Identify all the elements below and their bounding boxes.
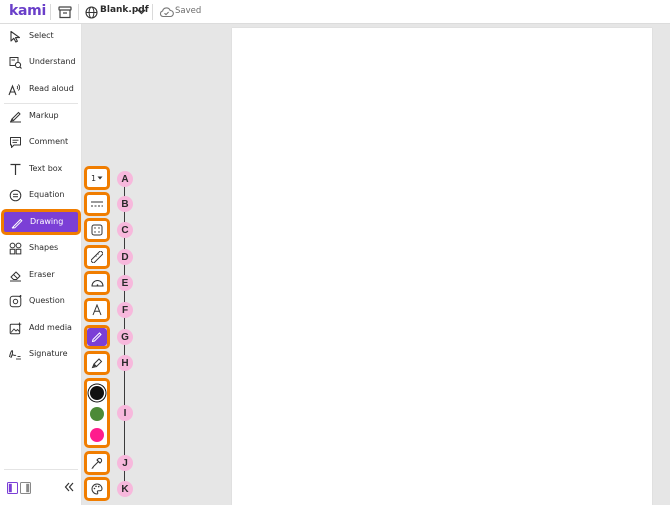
eyedropper-icon (91, 457, 103, 469)
double-chevron-left-icon (64, 482, 74, 492)
sidebar-item-label: Comment (29, 137, 69, 146)
sidebar-item-label: Add media (29, 323, 72, 332)
pen-tool-button[interactable] (84, 325, 110, 349)
sidebar-item-understand[interactable]: Understand (0, 50, 82, 76)
callout-b: B (117, 196, 133, 212)
sidebar-item-signature[interactable]: Signature (0, 342, 82, 368)
sidebar-item-label: Understand (29, 57, 76, 66)
sidebar-item-label: Question (29, 296, 65, 305)
callout-i: I (117, 405, 133, 421)
shapes-icon (8, 241, 22, 255)
sidebar-item-label: Text box (29, 164, 63, 173)
color-swatch-green[interactable] (90, 407, 104, 421)
sidebar-item-read-aloud[interactable]: Read aloud (0, 77, 82, 103)
callout-h: H (117, 355, 133, 371)
archive-icon[interactable] (57, 4, 73, 20)
color-picker-button[interactable] (84, 477, 110, 501)
callout-c: C (117, 222, 133, 238)
pdf-page[interactable] (232, 28, 652, 505)
protractor-button[interactable] (84, 271, 110, 295)
pen-icon (10, 215, 24, 229)
chevron-down-icon[interactable] (136, 4, 146, 20)
kami-logo[interactable]: kami (9, 3, 46, 19)
letter-a-icon (92, 304, 102, 316)
globe-icon[interactable] (83, 4, 99, 20)
callout-j: J (117, 455, 133, 471)
callout-k: K (117, 481, 133, 497)
stroke-size-value: 1 (90, 173, 97, 183)
panel-layout-toggle[interactable] (7, 482, 31, 494)
sidebar-item-label: Eraser (29, 270, 55, 279)
pen-icon (91, 332, 102, 343)
question-icon (8, 294, 22, 308)
color-palette (84, 378, 110, 448)
eraser-icon (8, 268, 22, 282)
color-swatch-black[interactable] (90, 386, 104, 400)
markup-icon (8, 109, 22, 123)
sidebar-item-select[interactable]: Select (0, 24, 82, 50)
sidebar-item-label: Drawing (30, 217, 64, 226)
highlighter-icon (91, 358, 103, 369)
divider (4, 469, 78, 470)
sidebar-item-comment[interactable]: Comment (0, 130, 82, 156)
sidebar-item-text-box[interactable]: Text box (0, 157, 82, 183)
divider (152, 4, 153, 20)
sidebar-item-question[interactable]: Question (0, 289, 82, 315)
palette-icon (91, 483, 103, 495)
equation-icon (8, 188, 22, 202)
add-media-icon (8, 321, 22, 335)
divider (50, 4, 51, 20)
text-style-button[interactable] (84, 298, 110, 322)
callout-a: A (117, 171, 133, 187)
saved-status: Saved (175, 6, 202, 16)
sidebar-item-label: Equation (29, 190, 65, 199)
ruler-icon (91, 251, 103, 263)
left-sidebar: Select Understand Read aloud Markup Comm… (0, 24, 82, 505)
sidebar-item-shapes[interactable]: Shapes (0, 236, 82, 262)
sidebar-item-equation[interactable]: Equation (0, 183, 82, 209)
text-box-icon (8, 162, 22, 176)
dotted-grid-button[interactable] (84, 218, 110, 242)
sidebar-item-eraser[interactable]: Eraser (0, 263, 82, 289)
understand-icon (8, 55, 22, 69)
cloud-check-icon (158, 4, 174, 20)
signature-icon (8, 347, 22, 361)
top-bar: kami Blank.pdf Saved (0, 0, 670, 24)
sidebar-item-label: Markup (29, 111, 59, 120)
callout-f: F (117, 302, 133, 318)
line-style-button[interactable] (84, 192, 110, 216)
protractor-icon (90, 280, 104, 287)
dotted-grid-icon (91, 224, 103, 236)
sidebar-item-add-media[interactable]: Add media (0, 316, 82, 342)
collapse-sidebar-button[interactable] (62, 479, 76, 493)
panel-layout-icon (7, 482, 31, 494)
highlighter-button[interactable] (84, 351, 110, 375)
line-style-icon (91, 201, 103, 207)
sidebar-item-label: Read aloud (29, 84, 74, 93)
sidebar-item-label: Select (29, 31, 54, 40)
sidebar-item-markup[interactable]: Markup (0, 104, 82, 130)
stroke-size-button[interactable]: 1 (84, 166, 110, 190)
sidebar-item-drawing[interactable]: Drawing (2, 210, 80, 234)
comment-icon (8, 135, 22, 149)
caret-down-icon (97, 176, 103, 180)
read-aloud-icon (8, 82, 22, 96)
ruler-button[interactable] (84, 245, 110, 269)
callout-g: G (117, 329, 133, 345)
divider (78, 4, 79, 20)
color-swatch-pink[interactable] (90, 428, 104, 442)
callout-d: D (117, 249, 133, 265)
sidebar-item-label: Shapes (29, 243, 59, 252)
custom-color-button[interactable] (84, 451, 110, 475)
cursor-icon (8, 29, 22, 43)
callout-e: E (117, 275, 133, 291)
sidebar-item-label: Signature (29, 349, 68, 358)
